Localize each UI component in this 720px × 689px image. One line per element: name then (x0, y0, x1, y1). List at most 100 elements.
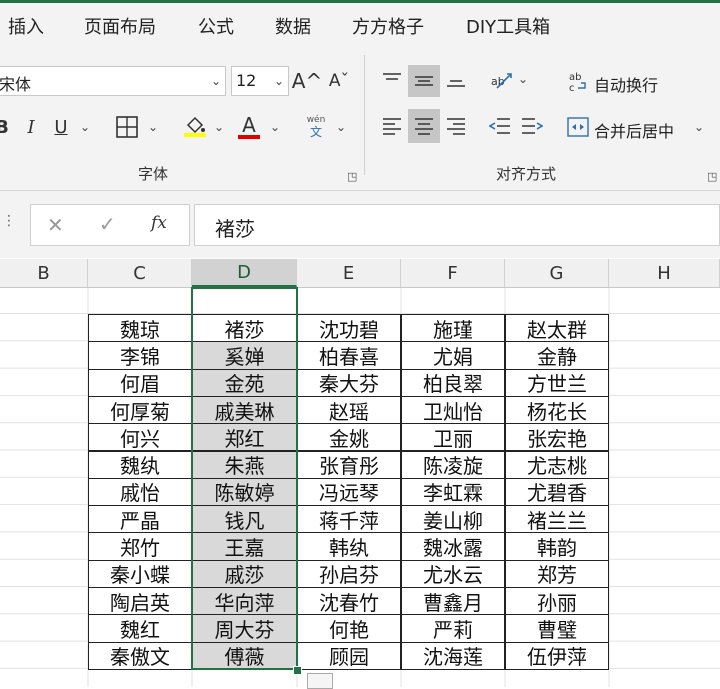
decrease-indent-button[interactable] (486, 111, 514, 141)
merge-dropdown-icon[interactable]: ⌄ (694, 120, 704, 134)
column-header-f[interactable]: F (401, 259, 505, 287)
table-cell[interactable]: 奚婵 (192, 341, 297, 370)
font-dialog-launcher-icon[interactable]: ◳ (347, 170, 357, 183)
table-cell[interactable]: 陈敏婷 (192, 477, 297, 507)
table-cell[interactable]: 金姚 (297, 423, 401, 452)
table-cell[interactable]: 姜山柳 (401, 505, 505, 534)
table-cell[interactable]: 冯远琴 (297, 477, 401, 507)
column-header-b[interactable]: B (0, 259, 88, 287)
table-cell[interactable]: 尤水云 (401, 559, 505, 588)
phonetic-dropdown-icon[interactable]: ⌄ (336, 120, 346, 134)
column-header-h[interactable]: H (609, 259, 720, 287)
table-cell[interactable]: 顾园 (297, 641, 401, 670)
table-cell[interactable]: 李虹霖 (401, 477, 505, 507)
table-cell[interactable]: 戚怡 (88, 477, 192, 507)
align-top-button[interactable] (378, 65, 406, 95)
align-middle-button[interactable] (408, 65, 440, 97)
table-cell[interactable]: 魏琼 (88, 314, 192, 343)
table-cell[interactable]: 周大芬 (192, 614, 297, 643)
tab-diy-toolbox[interactable]: DIY工具箱 (466, 13, 550, 39)
table-cell[interactable]: 尤娟 (401, 341, 505, 370)
table-cell[interactable]: 方世兰 (505, 368, 609, 397)
tab-formulas[interactable]: 公式 (198, 13, 234, 39)
table-cell[interactable]: 魏红 (88, 614, 192, 643)
insert-function-icon[interactable]: fx (151, 213, 167, 233)
underline-button[interactable]: U (50, 113, 72, 141)
table-cell[interactable]: 魏纨 (88, 450, 192, 479)
orientation-button[interactable]: ab (486, 65, 516, 95)
worksheet-grid[interactable]: 魏琼 褚莎 沈功碧 施瑾 赵太群 李锦 奚婵 柏春喜 尤娟 金静 何眉 金苑 秦大芬 柏良翠 方世兰 何厚菊戚… (0, 287, 720, 689)
table-cell[interactable]: 沈海莲 (401, 641, 505, 670)
table-cell[interactable]: 赵瑶 (297, 395, 401, 425)
tab-insert[interactable]: 插入 (8, 13, 44, 39)
alignment-dialog-launcher-icon[interactable]: ◳ (707, 170, 717, 183)
namebox-handle-icon[interactable]: ⋮ (2, 213, 16, 229)
borders-button[interactable] (112, 112, 142, 142)
table-cell[interactable]: 金静 (505, 341, 609, 370)
decrease-font-size-button[interactable]: Aˇ (326, 67, 352, 95)
table-cell[interactable]: 郑竹 (88, 532, 192, 561)
table-cell[interactable]: 王嘉 (192, 532, 297, 561)
table-cell[interactable]: 金苑 (192, 368, 297, 397)
table-cell[interactable]: 陶启英 (88, 587, 192, 616)
align-bottom-button[interactable] (442, 65, 470, 95)
table-cell[interactable]: 戚莎 (192, 559, 297, 588)
fill-handle[interactable] (293, 665, 302, 675)
table-cell[interactable]: 严晶 (88, 505, 192, 534)
table-cell[interactable]: 秦大芬 (297, 368, 401, 397)
table-cell[interactable]: 华向萍 (192, 587, 297, 616)
table-cell[interactable]: 曹璧 (505, 614, 609, 643)
table-cell[interactable]: 何兴 (88, 423, 192, 452)
table-cell[interactable]: 秦傲文 (88, 641, 192, 670)
table-cell[interactable]: 郑红 (192, 423, 297, 452)
table-cell[interactable]: 赵太群 (505, 314, 609, 343)
tab-fangfang[interactable]: 方方格子 (352, 13, 424, 39)
table-cell[interactable]: 沈功碧 (297, 314, 401, 343)
table-cell[interactable]: 韩韵 (505, 532, 609, 561)
table-cell[interactable]: 伍伊萍 (505, 641, 609, 670)
table-cell[interactable]: 郑芳 (505, 559, 609, 588)
table-cell[interactable]: 卫丽 (401, 423, 505, 452)
enter-icon[interactable]: ✓ (99, 212, 116, 236)
table-cell[interactable]: 陈凌旋 (401, 450, 505, 479)
table-cell[interactable]: 何厚菊 (88, 395, 192, 425)
table-cell[interactable]: 蒋千萍 (297, 505, 401, 534)
borders-dropdown-icon[interactable]: ⌄ (148, 120, 158, 134)
table-cell[interactable]: 柏良翠 (401, 368, 505, 397)
table-cell[interactable]: 张育彤 (297, 450, 401, 479)
bold-button[interactable]: B (0, 113, 10, 141)
merge-center-label[interactable]: 合并后居中 (594, 118, 674, 142)
column-header-e[interactable]: E (297, 259, 401, 287)
table-cell[interactable]: 何艳 (297, 614, 401, 643)
table-cell[interactable]: 沈春竹 (297, 587, 401, 616)
table-cell[interactable]: 褚莎 (192, 314, 297, 343)
increase-indent-button[interactable] (518, 111, 546, 141)
align-left-button[interactable] (378, 111, 406, 141)
font-color-dropdown-icon[interactable]: ⌄ (270, 120, 280, 134)
table-cell[interactable]: 曹鑫月 (401, 587, 505, 616)
table-cell[interactable]: 傅薇 (192, 641, 297, 670)
wrap-text-button[interactable]: ab c (566, 67, 590, 95)
table-cell[interactable]: 何眉 (88, 368, 192, 397)
table-cell[interactable]: 柏春喜 (297, 341, 401, 370)
table-cell[interactable]: 卫灿怡 (401, 395, 505, 425)
wrap-text-label[interactable]: 自动换行 (594, 72, 658, 96)
table-cell[interactable]: 朱燕 (192, 450, 297, 479)
phonetic-guide-button[interactable]: wén 文 (300, 111, 332, 141)
tab-page-layout[interactable]: 页面布局 (84, 13, 156, 39)
table-cell[interactable]: 尤碧香 (505, 477, 609, 507)
table-cell[interactable]: 尤志桃 (505, 450, 609, 479)
column-header-d[interactable]: D (192, 259, 297, 287)
font-color-button[interactable]: A (234, 109, 264, 143)
table-cell[interactable]: 杨花长 (505, 395, 609, 425)
fill-color-dropdown-icon[interactable]: ⌄ (214, 120, 224, 134)
table-cell[interactable]: 施瑾 (401, 314, 505, 343)
merge-center-button[interactable] (566, 113, 590, 141)
table-cell[interactable]: 魏冰露 (401, 532, 505, 561)
align-right-button[interactable] (442, 111, 470, 141)
quick-analysis-icon[interactable] (307, 672, 333, 689)
column-header-c[interactable]: C (88, 259, 192, 287)
cancel-icon[interactable]: ✕ (47, 213, 64, 237)
table-cell[interactable]: 孙启芬 (297, 559, 401, 588)
increase-font-size-button[interactable]: A^ (292, 67, 322, 95)
